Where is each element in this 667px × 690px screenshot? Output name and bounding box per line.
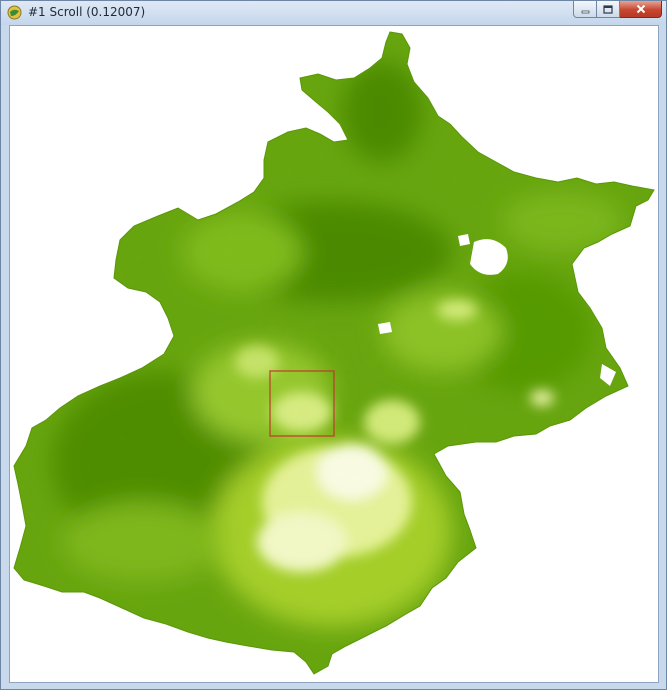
scroll-window: #1 Scroll (0.12007) (0, 0, 667, 690)
close-button[interactable] (620, 1, 662, 18)
close-icon (636, 4, 645, 14)
maximize-icon (603, 4, 613, 14)
vegetation-raster (13, 31, 655, 675)
map-viewport[interactable] (9, 25, 659, 683)
beijing-map[interactable] (10, 26, 659, 683)
globe-icon (7, 5, 22, 20)
window-title: #1 Scroll (0.12007) (28, 5, 146, 19)
minimize-icon (581, 10, 589, 13)
maximize-button[interactable] (597, 1, 620, 18)
minimize-button[interactable] (573, 1, 597, 18)
title-bar[interactable]: #1 Scroll (0.12007) (1, 1, 666, 25)
caption-buttons (573, 1, 662, 19)
